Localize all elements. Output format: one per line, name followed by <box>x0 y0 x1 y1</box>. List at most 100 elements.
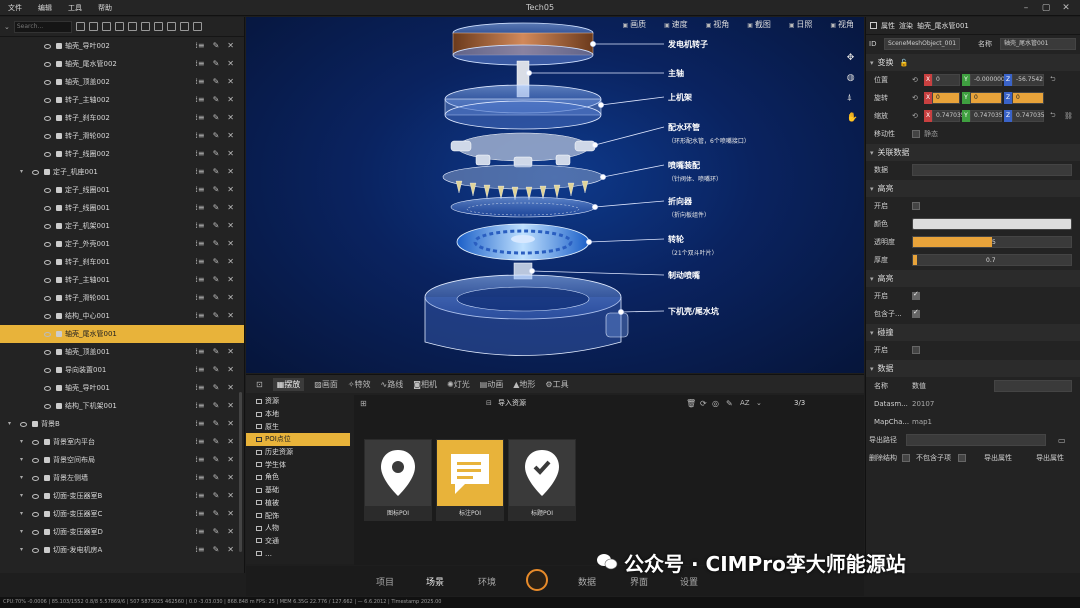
rot-z-field[interactable]: 0 <box>1012 92 1044 104</box>
delete-icon[interactable]: ✕ <box>227 383 234 392</box>
resource-tab[interactable]: ▤动画 <box>480 379 504 390</box>
import-resource-button[interactable]: 导入资源 <box>498 398 526 408</box>
resource-card[interactable]: 标注POI <box>436 439 504 521</box>
eye-icon[interactable] <box>44 98 51 103</box>
delete-icon[interactable]: ✕ <box>227 365 234 374</box>
resource-tab[interactable]: ⚙工具 <box>545 379 568 390</box>
tree-item[interactable]: ▾ 背景空间布局 ⁞≡ ✎ ✕ <box>0 451 244 469</box>
resource-tab[interactable]: ▨画面 <box>314 379 338 390</box>
pos-x-field[interactable]: 0 <box>932 74 960 86</box>
3d-viewport[interactable]: 画质速度视角截图日照视角 ✥ ◍ ⍋ ✋ <box>246 17 864 373</box>
edit-icon[interactable]: ✎ <box>213 41 220 50</box>
delete-structure-checkbox[interactable] <box>902 454 910 462</box>
edit-icon[interactable]: ✎ <box>213 185 220 194</box>
edit-icon[interactable]: ✎ <box>213 239 220 248</box>
folder-icon[interactable]: ▭ <box>1058 436 1066 445</box>
eye-icon[interactable] <box>44 188 51 193</box>
edit-icon[interactable]: ✎ <box>213 365 220 374</box>
tree-scrollbar[interactable] <box>239 392 242 552</box>
edit-icon[interactable]: ✎ <box>213 491 220 500</box>
delete-structure-option[interactable]: 删除结构 <box>869 453 897 463</box>
delete-icon[interactable]: ✕ <box>227 311 234 320</box>
edit-icon[interactable]: ✎ <box>213 437 220 446</box>
export-properties-button[interactable]: 导出属性 <box>984 453 1012 463</box>
id-field[interactable]: SceneMeshObject_001 <box>884 38 960 50</box>
resource-category[interactable]: 角色 <box>246 471 350 484</box>
edit-icon[interactable]: ✎ <box>213 455 220 464</box>
reset-icon[interactable]: ⟲ <box>912 76 918 84</box>
eye-icon[interactable] <box>44 260 51 265</box>
tree-item[interactable]: ▾ 切面-发电机房A ⁞≡ ✎ ✕ <box>0 541 244 559</box>
chevron-down-icon[interactable]: ▾ <box>20 474 23 481</box>
resource-category[interactable]: … <box>246 547 350 560</box>
tree-item[interactable]: ▾ 切面-变压器室C ⁞≡ ✎ ✕ <box>0 505 244 523</box>
tree-item[interactable]: ▾ 背景B ⁞≡ ✎ ✕ <box>0 415 244 433</box>
layer-icon[interactable]: ⁞≡ <box>195 41 204 50</box>
link-icon[interactable]: ⛓ <box>1064 112 1073 120</box>
layer-icon[interactable]: ⁞≡ <box>195 527 204 536</box>
name-field[interactable]: 轴壳_尾水管001 <box>1000 38 1076 50</box>
chevron-down-icon[interactable]: ▾ <box>20 546 23 553</box>
eye-icon[interactable] <box>32 170 39 175</box>
delete-icon[interactable]: ✕ <box>227 275 234 284</box>
target-icon[interactable]: ◎ <box>712 399 719 408</box>
delete-icon[interactable]: ✕ <box>227 149 234 158</box>
edit-icon[interactable]: ✎ <box>213 77 220 86</box>
menu-edit[interactable]: 编辑 <box>38 3 52 13</box>
mesh-icon[interactable] <box>127 22 137 31</box>
chevron-down-icon[interactable]: ▾ <box>20 510 23 517</box>
layer-icon[interactable]: ⁞≡ <box>195 185 204 194</box>
chevron-down-icon[interactable]: ▾ <box>20 168 23 175</box>
edit-icon[interactable]: ✎ <box>213 383 220 392</box>
edit-icon[interactable]: ✎ <box>213 95 220 104</box>
scale-y-field[interactable]: 0.747035 <box>970 110 1003 122</box>
edit-icon[interactable]: ✎ <box>213 401 220 410</box>
delete-icon[interactable]: ✕ <box>227 185 234 194</box>
export-properties-button-2[interactable]: 导出属性 <box>1036 453 1064 463</box>
delete-icon[interactable]: ✕ <box>227 221 234 230</box>
resource-card[interactable]: 标题POI <box>508 439 576 521</box>
scale-z-field[interactable]: 0.747035 <box>1012 110 1045 122</box>
resource-tab[interactable]: ✺灯光 <box>447 379 470 390</box>
nav-item[interactable]: 数据 <box>578 575 596 588</box>
export-path-field[interactable] <box>906 434 1046 446</box>
undo-icon[interactable]: ⮌ <box>1050 111 1056 122</box>
delete-icon[interactable]: ✕ <box>227 455 234 464</box>
maximize-icon[interactable]: ▢ <box>1036 0 1056 16</box>
resource-category[interactable]: 资源 <box>246 395 350 408</box>
reset-icon[interactable]: ⟲ <box>912 112 918 120</box>
material-enable-checkbox[interactable] <box>912 202 920 210</box>
close-icon[interactable]: ✕ <box>1056 0 1076 16</box>
tree-item[interactable]: 定子_线圈001 ⁞≡ ✎ ✕ <box>0 181 244 199</box>
trash-icon[interactable]: 🗑 <box>686 399 696 408</box>
data-section[interactable]: 数据 <box>866 360 1080 377</box>
group-icon[interactable] <box>153 22 163 31</box>
layer-icon[interactable]: ⁞≡ <box>195 167 204 176</box>
nav-item[interactable]: 环境 <box>478 575 496 588</box>
eye-icon[interactable] <box>32 512 39 517</box>
layer-icon[interactable]: ⁞≡ <box>195 401 204 410</box>
layer-icon[interactable]: ⁞≡ <box>195 383 204 392</box>
layer-icon[interactable]: ⁞≡ <box>195 419 204 428</box>
resource-tab[interactable]: ∿路线 <box>381 379 404 390</box>
highlight-include-checkbox[interactable] <box>912 308 920 318</box>
delete-icon[interactable]: ✕ <box>227 95 234 104</box>
delete-icon[interactable]: ✕ <box>227 509 234 518</box>
chevron-down-icon[interactable]: ▾ <box>20 492 23 499</box>
nav-item[interactable]: 项目 <box>376 575 394 588</box>
layer-icon[interactable]: ⁞≡ <box>195 275 204 284</box>
edit-icon[interactable]: ✎ <box>213 527 220 536</box>
eye-icon[interactable] <box>44 152 51 157</box>
chevron-down-icon[interactable]: ▾ <box>20 438 23 445</box>
eye-icon[interactable] <box>32 476 39 481</box>
scale-x-field[interactable]: 0.747035 <box>932 110 965 122</box>
layout-icon[interactable]: ⊞ <box>360 399 367 408</box>
layer-icon[interactable]: ⁞≡ <box>195 203 204 212</box>
tree-item[interactable]: ▾ 切面-变压器室D ⁞≡ ✎ ✕ <box>0 523 244 541</box>
tree-item[interactable]: 转子_刹车002 ⁞≡ ✎ ✕ <box>0 109 244 127</box>
eye-icon[interactable] <box>44 296 51 301</box>
tree-item[interactable]: 转子_线圈001 ⁞≡ ✎ ✕ <box>0 199 244 217</box>
layer-icon[interactable]: ⁞≡ <box>195 293 204 302</box>
layer-icon[interactable] <box>140 22 150 31</box>
delete-icon[interactable]: ✕ <box>227 491 234 500</box>
